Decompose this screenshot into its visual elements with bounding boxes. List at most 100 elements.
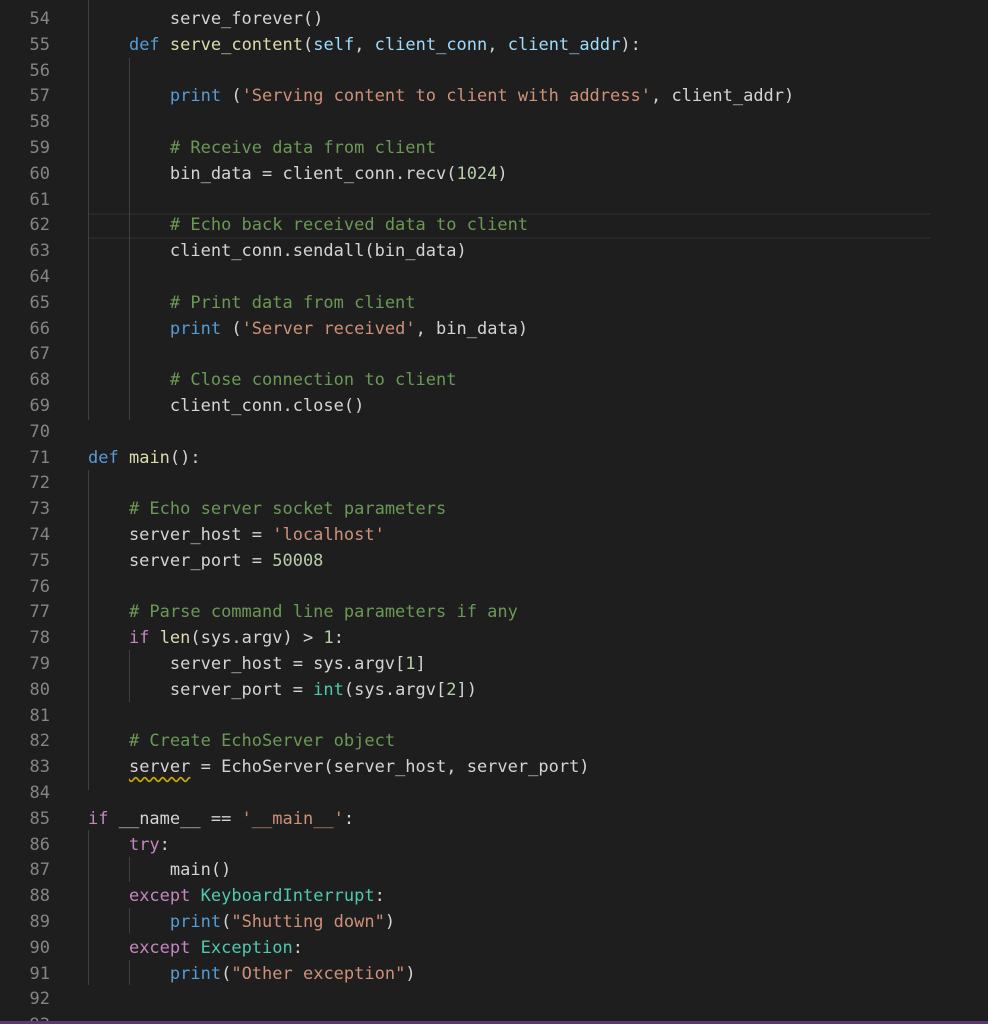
line-number: 59 bbox=[29, 138, 50, 158]
code-token: __name__ == bbox=[108, 808, 242, 829]
code-line[interactable]: 78 if len(sys.argv) > 1: bbox=[0, 626, 988, 652]
code-text[interactable]: print("Shutting down") bbox=[88, 910, 395, 936]
code-line[interactable]: 69 client_conn.close() bbox=[0, 394, 988, 420]
code-line[interactable]: 84 bbox=[0, 781, 988, 807]
code-text[interactable]: def serve_content(self, client_conn, cli… bbox=[88, 33, 641, 59]
code-line[interactable]: 54 serve_forever() bbox=[0, 7, 988, 33]
code-token: : bbox=[159, 834, 170, 855]
code-line[interactable]: 55 def serve_content(self, client_conn, … bbox=[0, 33, 988, 59]
code-text[interactable]: server_port = 50008 bbox=[88, 549, 323, 575]
code-text[interactable]: try: bbox=[88, 833, 170, 859]
code-line[interactable]: 90 except Exception: bbox=[0, 936, 988, 962]
code-line[interactable]: 60 bin_data = client_conn.recv(1024) bbox=[0, 162, 988, 188]
code-line[interactable]: 81 bbox=[0, 704, 988, 730]
code-text[interactable]: def main(): bbox=[88, 446, 201, 472]
code-line[interactable]: 65 # Print data from client bbox=[0, 291, 988, 317]
code-line[interactable]: 71 def main(): bbox=[0, 446, 988, 472]
code-token: print bbox=[169, 963, 222, 984]
code-line[interactable]: 82 # Create EchoServer object bbox=[0, 729, 988, 755]
code-text[interactable]: # Echo back received data to client bbox=[88, 213, 528, 239]
code-line[interactable]: 63 client_conn.sendall(bin_data) bbox=[0, 239, 988, 265]
code-text[interactable]: except Exception: bbox=[88, 936, 303, 962]
code-token: 50008 bbox=[272, 550, 324, 571]
code-line[interactable]: 74 server_host = 'localhost' bbox=[0, 523, 988, 549]
code-token: , bin_data) bbox=[415, 318, 529, 339]
code-line[interactable]: 92 bbox=[0, 987, 988, 1013]
code-token: 1 bbox=[405, 654, 416, 674]
code-line[interactable]: 89 print("Shutting down") bbox=[0, 910, 988, 936]
code-line[interactable]: 75 server_port = 50008 bbox=[0, 549, 988, 575]
code-line[interactable]: 62 # Echo back received data to client bbox=[0, 213, 988, 239]
code-line[interactable]: 70 bbox=[0, 420, 988, 446]
code-line[interactable]: 61 bbox=[0, 188, 988, 214]
code-line[interactable]: 64 bbox=[0, 265, 988, 291]
code-token: # Create EchoServer object bbox=[128, 731, 396, 752]
code-line[interactable]: 85 if __name__ == '__main__': bbox=[0, 807, 988, 833]
code-token: except bbox=[128, 886, 191, 907]
line-number: 67 bbox=[29, 344, 50, 365]
code-text[interactable]: server_host = sys.argv[1] bbox=[88, 652, 426, 678]
line-number: 77 bbox=[29, 602, 50, 623]
code-text[interactable]: if __name__ == '__main__': bbox=[88, 807, 354, 833]
code-token: ) bbox=[384, 912, 396, 932]
code-token: (): bbox=[169, 447, 201, 468]
code-line[interactable]: 59 # Receive data from client bbox=[0, 136, 988, 162]
code-text[interactable]: server = EchoServer(server_host, server_… bbox=[88, 755, 590, 781]
code-text[interactable]: server_host = 'localhost' bbox=[88, 523, 385, 549]
code-token: print bbox=[169, 318, 222, 339]
code-line[interactable]: 87 main() bbox=[0, 858, 988, 884]
line-number: 68 bbox=[29, 370, 50, 391]
line-number: 91 bbox=[29, 963, 50, 984]
code-text[interactable]: # Close connection to client bbox=[88, 368, 457, 394]
code-token: server_port = bbox=[88, 679, 314, 700]
code-line[interactable]: 56 bbox=[0, 59, 988, 85]
code-text[interactable]: main() bbox=[88, 858, 231, 884]
code-text[interactable]: serve_forever() bbox=[88, 7, 324, 33]
code-token: 'Server received' bbox=[241, 318, 416, 339]
code-text[interactable]: client_conn.close() bbox=[88, 394, 364, 420]
code-text[interactable]: if len(sys.argv) > 1: bbox=[88, 626, 344, 652]
code-line[interactable]: 72 bbox=[0, 471, 988, 497]
code-line[interactable]: 77 # Parse command line parameters if an… bbox=[0, 600, 988, 626]
code-line[interactable]: 66 print ('Server received', bin_data) bbox=[0, 317, 988, 343]
code-editor[interactable]: 54 serve_forever() 55 def serve_content(s… bbox=[0, 0, 988, 1024]
line-number: 62 bbox=[29, 215, 50, 236]
code-line[interactable]: 76 bbox=[0, 575, 988, 601]
code-text[interactable]: except KeyboardInterrupt: bbox=[88, 884, 385, 910]
code-line[interactable]: 73 # Echo server socket parameters bbox=[0, 497, 988, 523]
code-text[interactable]: # Parse command line parameters if any bbox=[88, 600, 518, 626]
code-text[interactable]: print("Other exception") bbox=[88, 962, 416, 988]
code-text[interactable]: client_conn.sendall(bin_data) bbox=[88, 239, 467, 265]
code-line[interactable]: 79 server_host = sys.argv[1] bbox=[0, 652, 988, 678]
code-text[interactable]: print ('Server received', bin_data) bbox=[88, 317, 528, 343]
code-token: main bbox=[128, 447, 170, 468]
code-text[interactable]: bin_data = client_conn.recv(1024) bbox=[88, 162, 508, 188]
code-line[interactable]: 57 print ('Serving content to client wit… bbox=[0, 84, 988, 110]
code-line[interactable]: 88 except KeyboardInterrupt: bbox=[0, 884, 988, 910]
line-number: 69 bbox=[29, 396, 50, 416]
code-text[interactable]: print ('Serving content to client with a… bbox=[88, 84, 794, 110]
code-line[interactable]: 68 # Close connection to client bbox=[0, 368, 988, 394]
line-number: 63 bbox=[29, 241, 50, 262]
code-token: 1 bbox=[323, 628, 334, 649]
code-text[interactable]: server_port = int(sys.argv[2]) bbox=[88, 678, 477, 704]
code-text[interactable]: # Print data from client bbox=[88, 291, 416, 317]
code-text[interactable]: # Echo server socket parameters bbox=[88, 497, 446, 523]
code-line[interactable]: 86 try: bbox=[0, 833, 988, 859]
code-text[interactable]: # Create EchoServer object bbox=[88, 729, 395, 755]
code-line[interactable]: 80 server_port = int(sys.argv[2]) bbox=[0, 678, 988, 704]
code-line[interactable]: 67 bbox=[0, 342, 988, 368]
code-line[interactable]: 58 bbox=[0, 110, 988, 136]
code-line[interactable]: 91 print("Other exception") bbox=[0, 962, 988, 988]
code-token: client_conn bbox=[374, 34, 488, 55]
line-number: 80 bbox=[29, 679, 50, 700]
code-text[interactable]: # Receive data from client bbox=[88, 136, 436, 162]
code-line[interactable]: 83 server = EchoServer(server_host, serv… bbox=[0, 755, 988, 781]
code-token: self bbox=[313, 34, 355, 55]
